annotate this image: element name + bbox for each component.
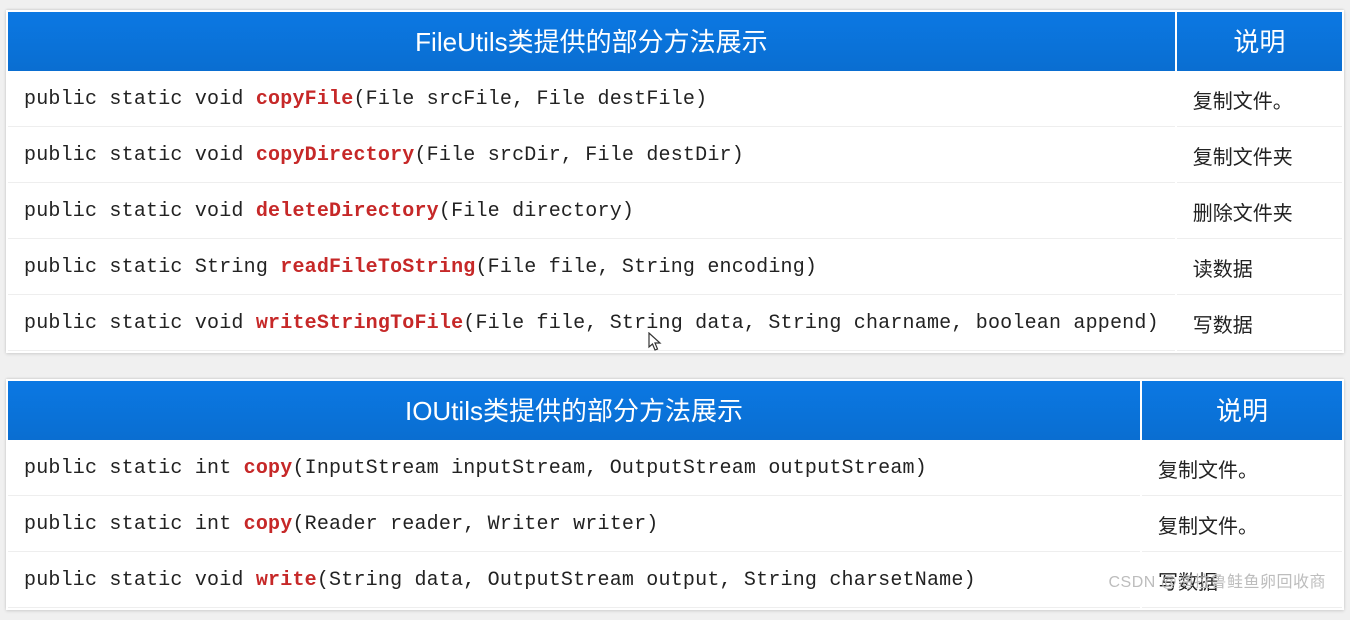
desc-cell: 读数据: [1177, 241, 1342, 295]
desc-cell: 复制文件。: [1142, 442, 1342, 496]
ioutils-header-desc: 说明: [1142, 381, 1342, 440]
watermark-text: CSDN @海拉鲁鲑鱼卵回收商: [1108, 568, 1326, 592]
desc-cell: 复制文件。: [1177, 73, 1342, 127]
fileutils-header-desc: 说明: [1177, 12, 1342, 71]
desc-cell: 复制文件。: [1142, 498, 1342, 552]
method-cell: public static void copyFile(File srcFile…: [8, 73, 1175, 127]
desc-cell: 复制文件夹: [1177, 129, 1342, 183]
method-cell: public static String readFileToString(Fi…: [8, 241, 1175, 295]
fileutils-table: FileUtils类提供的部分方法展示 说明 public static voi…: [6, 10, 1344, 353]
table-row: public static String readFileToString(Fi…: [8, 241, 1342, 295]
desc-cell: 写数据: [1177, 297, 1342, 351]
method-name: copyFile: [256, 88, 354, 111]
table-row: public static void copyDirectory(File sr…: [8, 129, 1342, 183]
table-row: public static void copyFile(File srcFile…: [8, 73, 1342, 127]
desc-cell: 删除文件夹: [1177, 185, 1342, 239]
method-name: readFileToString: [280, 256, 475, 279]
method-cell: public static void deleteDirectory(File …: [8, 185, 1175, 239]
ioutils-header-method: IOUtils类提供的部分方法展示: [8, 381, 1140, 440]
method-name: writeStringToFile: [256, 312, 463, 335]
table-row: public static int copy(InputStream input…: [8, 442, 1342, 496]
table-row: public static void writeStringToFile(Fil…: [8, 297, 1342, 351]
method-cell: public static void writeStringToFile(Fil…: [8, 297, 1175, 351]
method-name: write: [256, 569, 317, 592]
method-cell: public static int copy(Reader reader, Wr…: [8, 498, 1140, 552]
method-name: copy: [244, 457, 293, 480]
page-root: FileUtils类提供的部分方法展示 说明 public static voi…: [6, 10, 1344, 610]
table-row: public static int copy(Reader reader, Wr…: [8, 498, 1342, 552]
method-name: copyDirectory: [256, 144, 415, 167]
method-name: copy: [244, 513, 293, 536]
table-row: public static void deleteDirectory(File …: [8, 185, 1342, 239]
method-name: deleteDirectory: [256, 200, 439, 223]
method-cell: public static int copy(InputStream input…: [8, 442, 1140, 496]
method-cell: public static void write(String data, Ou…: [8, 554, 1140, 608]
fileutils-header-method: FileUtils类提供的部分方法展示: [8, 12, 1175, 71]
method-cell: public static void copyDirectory(File sr…: [8, 129, 1175, 183]
